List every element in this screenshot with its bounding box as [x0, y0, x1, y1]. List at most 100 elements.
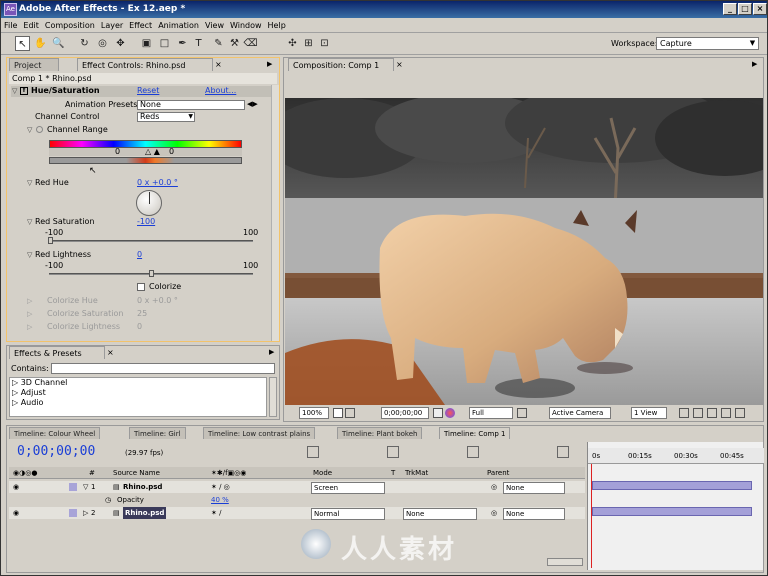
eye-icon[interactable]: ◉	[13, 507, 19, 519]
view-layout-select[interactable]: 1 View	[631, 407, 667, 419]
red-hue-value[interactable]: 0 x +0.0 °	[137, 178, 178, 188]
twirl-down-icon[interactable]: ▽	[27, 218, 32, 226]
red-lightness-value[interactable]: 0	[137, 250, 142, 260]
twirl-down-icon[interactable]: ▽	[27, 126, 32, 134]
current-time-indicator[interactable]	[591, 464, 592, 568]
layer-name[interactable]: Rhino.psd	[123, 481, 162, 493]
stopwatch-icon[interactable]	[36, 126, 43, 133]
channel-range-markers[interactable]: 0 △ ▲ 0	[49, 147, 242, 157]
time-graph[interactable]: 0s 00:15s 00:30s 00:45s	[587, 442, 764, 570]
menu-help[interactable]: Help	[265, 18, 289, 33]
close-tab-icon[interactable]: ×	[396, 60, 403, 69]
menu-animation[interactable]: Animation	[155, 18, 202, 33]
stopwatch-icon[interactable]: ◷	[105, 494, 111, 506]
time-ruler[interactable]: 0s 00:15s 00:30s 00:45s	[588, 448, 764, 464]
fast-previews-icon[interactable]	[693, 408, 703, 418]
region-of-interest-icon[interactable]	[517, 408, 527, 418]
layer-name[interactable]: Rhino.psd	[123, 507, 167, 519]
tab-timeline-plant-bokeh[interactable]: Timeline: Plant bokeh	[337, 427, 423, 439]
menu-layer[interactable]: Layer	[98, 18, 126, 33]
red-hue-dial[interactable]	[136, 190, 162, 216]
pen-tool-icon[interactable]: ✒	[175, 36, 190, 51]
layer-row-2[interactable]: ◉ ▷ 2 ▤ Rhino.psd ✶ ∕ Normal None ◎ None	[9, 507, 585, 520]
animation-presets-select[interactable]: None	[137, 100, 245, 110]
parent-pickwhip-icon[interactable]: ◎	[491, 507, 497, 519]
effects-category-3d-channel[interactable]: ▷ 3D Channel	[10, 378, 266, 388]
range-marker-icons[interactable]: △ ▲	[145, 147, 160, 157]
twirl-down-icon[interactable]: ▽	[27, 179, 32, 187]
zoom-select[interactable]: 100%	[299, 407, 329, 419]
colorize-checkbox[interactable]	[137, 283, 145, 291]
clone-stamp-tool-icon[interactable]: ⚒	[227, 36, 242, 51]
timeline-timecode[interactable]: 0;00;00;00	[17, 444, 95, 460]
menu-effect[interactable]: Effect	[126, 18, 155, 33]
toggle-pixel-aspect-icon[interactable]	[679, 408, 689, 418]
panel-menu-icon[interactable]: ▶	[269, 348, 274, 356]
close-button[interactable]: ×	[753, 3, 767, 15]
rotation-tool-icon[interactable]: ↻	[77, 36, 92, 51]
tab-project[interactable]: Project	[9, 58, 59, 71]
twirl-right-icon[interactable]: ▷	[27, 297, 32, 305]
twirl-right-icon[interactable]: ▷	[27, 323, 32, 331]
type-tool-icon[interactable]: T	[191, 36, 206, 51]
effects-category-audio[interactable]: ▷ Audio	[10, 398, 266, 408]
tab-composition[interactable]: Composition: Comp 1	[288, 58, 394, 71]
channel-control-select[interactable]: Reds ▼	[137, 112, 195, 122]
workspace-select[interactable]: Capture ▼	[656, 37, 759, 50]
twirl-down-icon[interactable]: ▽	[12, 87, 17, 95]
tab-effect-controls[interactable]: Effect Controls: Rhino.psd	[77, 58, 213, 71]
effects-category-adjust[interactable]: ▷ Adjust	[10, 388, 266, 398]
axis-local-icon[interactable]: ✣	[285, 36, 300, 51]
composition-viewer[interactable]	[285, 98, 763, 405]
layer-mode-select[interactable]: Screen	[311, 482, 385, 494]
zoom-tool-icon[interactable]: 🔍	[51, 36, 66, 51]
layer-switches-icons[interactable]: ✶ ∕ ◎	[211, 481, 230, 493]
red-lightness-knob[interactable]	[149, 270, 154, 277]
layer-1-duration-bar[interactable]	[592, 481, 752, 490]
panel-menu-icon[interactable]: ▶	[752, 60, 757, 68]
exposure-icon[interactable]	[735, 408, 745, 418]
red-saturation-knob[interactable]	[48, 237, 53, 244]
timeline-icon[interactable]	[707, 408, 717, 418]
graph-editor-icon[interactable]	[557, 446, 569, 458]
hand-tool-icon[interactable]: ✋	[33, 36, 48, 51]
menu-view[interactable]: View	[202, 18, 227, 33]
axis-view-icon[interactable]: ⊡	[317, 36, 332, 51]
col-source-name[interactable]: Source Name	[113, 467, 160, 479]
tab-timeline-comp-1[interactable]: Timeline: Comp 1	[439, 427, 511, 439]
tab-timeline-girl[interactable]: Timeline: Girl	[129, 427, 186, 439]
menu-composition[interactable]: Composition	[42, 18, 98, 33]
panel-menu-icon[interactable]: ▶	[267, 60, 272, 68]
pan-behind-tool-icon[interactable]: ▣	[139, 36, 154, 51]
eraser-tool-icon[interactable]: ⌫	[243, 36, 258, 51]
tab-timeline-colour-wheel[interactable]: Timeline: Colour Wheel	[9, 427, 101, 439]
red-saturation-slider[interactable]	[49, 240, 253, 242]
layer-parent-select[interactable]: None	[503, 508, 565, 520]
tab-effects-presets[interactable]: Effects & Presets	[9, 346, 105, 359]
layer-mode-select[interactable]: Normal	[311, 508, 385, 520]
opacity-value[interactable]: 40 %	[211, 494, 229, 506]
maximize-button[interactable]: □	[738, 3, 752, 15]
menu-file[interactable]: File	[1, 18, 20, 33]
label-color-icon[interactable]	[69, 483, 77, 491]
twirl-right-icon[interactable]: ▷	[83, 507, 88, 519]
about-link[interactable]: About...	[205, 86, 236, 96]
twirl-right-icon[interactable]: ▷	[27, 310, 32, 318]
flowchart-icon[interactable]	[721, 408, 731, 418]
close-tab-icon[interactable]: ×	[107, 348, 114, 357]
camera-select[interactable]: Active Camera	[549, 407, 611, 419]
layer-2-duration-bar[interactable]	[592, 507, 752, 516]
close-tab-icon[interactable]: ×	[215, 60, 222, 69]
effects-list-scrollbar[interactable]	[269, 377, 277, 417]
minimize-button[interactable]: _	[723, 3, 737, 15]
draft-3d-icon[interactable]	[387, 446, 399, 458]
menu-window[interactable]: Window	[227, 18, 265, 33]
safe-zones-icon[interactable]	[333, 408, 343, 418]
twirl-down-icon[interactable]: ▽	[27, 251, 32, 259]
effect-controls-scrollbar[interactable]	[271, 85, 279, 341]
preset-nav-icons[interactable]: ◀▶	[247, 100, 258, 108]
axis-world-icon[interactable]: ⊞	[301, 36, 316, 51]
layer-row-1[interactable]: ◉ ▽ 1 ▤ Rhino.psd ✶ ∕ ◎ Screen ◎ None	[9, 481, 585, 494]
show-channel-icon[interactable]	[445, 408, 455, 418]
tab-timeline-low-contrast-plains[interactable]: Timeline: Low contrast plains	[203, 427, 316, 439]
